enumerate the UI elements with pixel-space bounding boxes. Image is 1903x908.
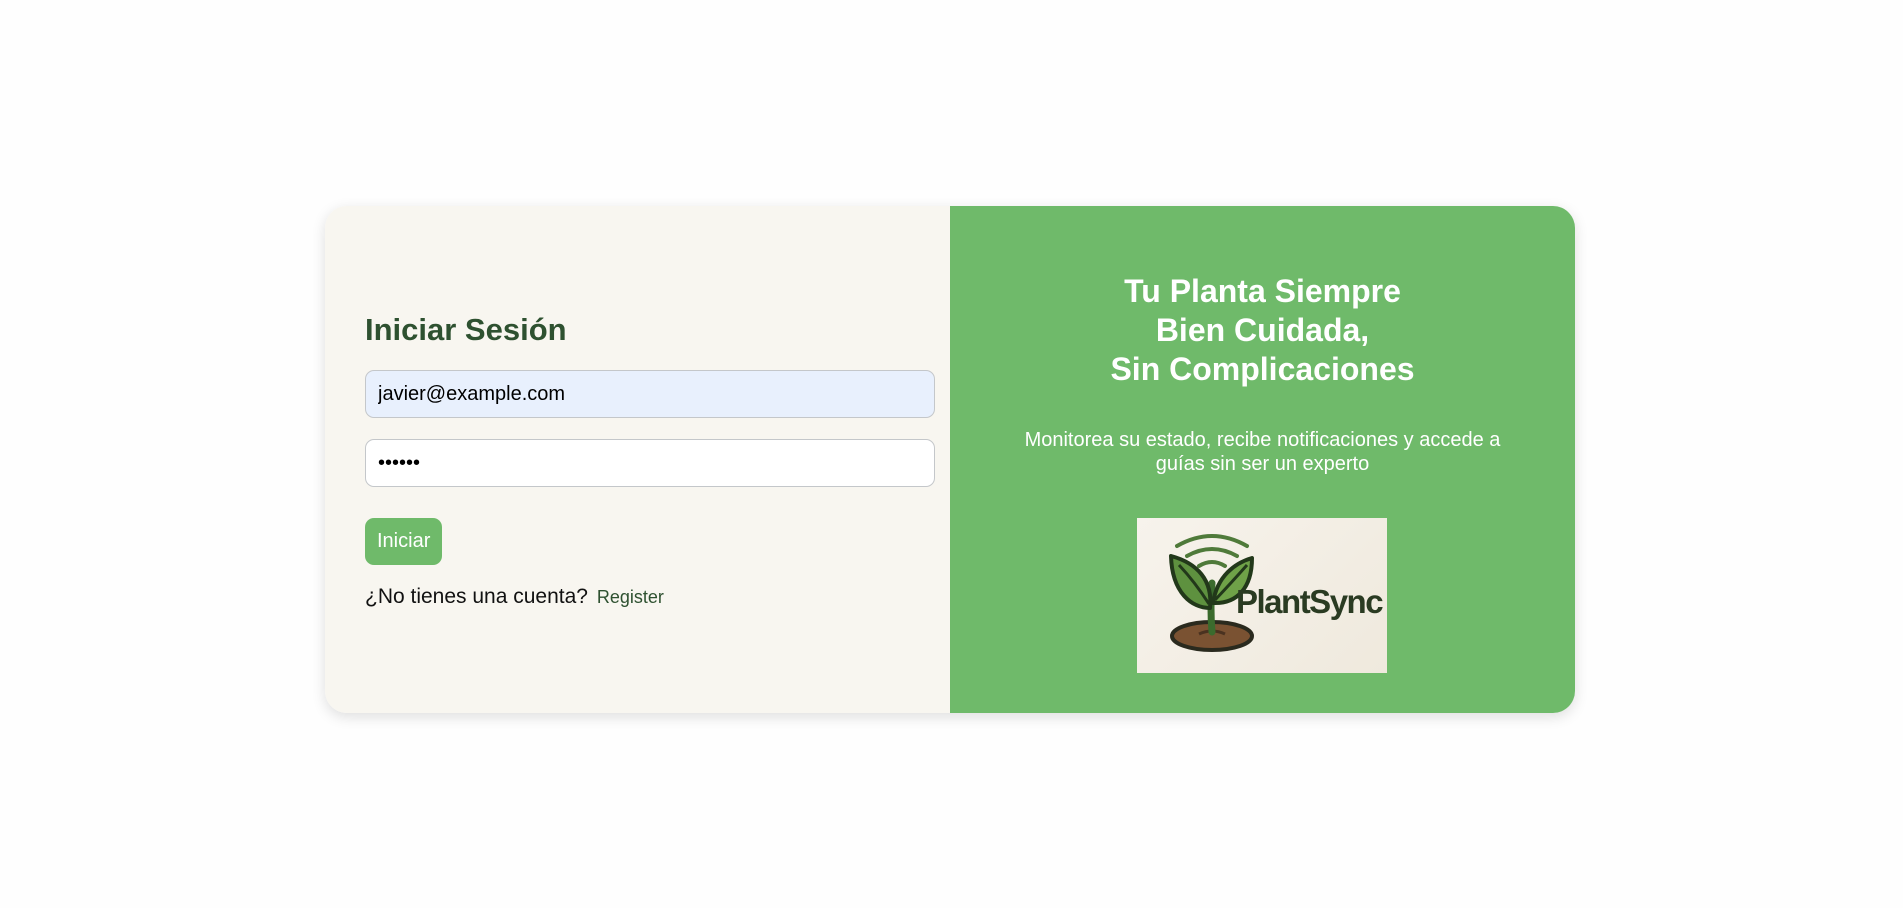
email-input[interactable] — [365, 370, 935, 418]
logo-text: PlantSync — [1236, 583, 1384, 620]
login-card: Iniciar Sesión Iniciar ¿No tienes una cu… — [325, 206, 1575, 713]
no-account-text: ¿No tienes una cuenta? — [365, 585, 588, 608]
login-panel: Iniciar Sesión Iniciar ¿No tienes una cu… — [325, 206, 950, 713]
headline-line-1: Tu Planta Siempre — [1124, 273, 1401, 309]
promo-headline: Tu Planta Siempre Bien Cuidada, Sin Comp… — [950, 272, 1575, 389]
headline-line-3: Sin Complicaciones — [1110, 351, 1415, 387]
register-link[interactable]: Register — [597, 587, 664, 607]
login-title: Iniciar Sesión — [365, 312, 567, 347]
register-prompt: ¿No tienes una cuenta? Register — [365, 585, 664, 609]
password-input[interactable] — [365, 439, 935, 487]
headline-line-2: Bien Cuidada, — [1155, 312, 1370, 348]
login-button[interactable]: Iniciar — [365, 518, 443, 565]
promo-subtitle: Monitorea su estado, recibe notificacion… — [1024, 429, 1501, 475]
promo-panel: Tu Planta Siempre Bien Cuidada, Sin Comp… — [950, 206, 1575, 713]
plantsync-logo: PlantSync — [1137, 518, 1387, 673]
